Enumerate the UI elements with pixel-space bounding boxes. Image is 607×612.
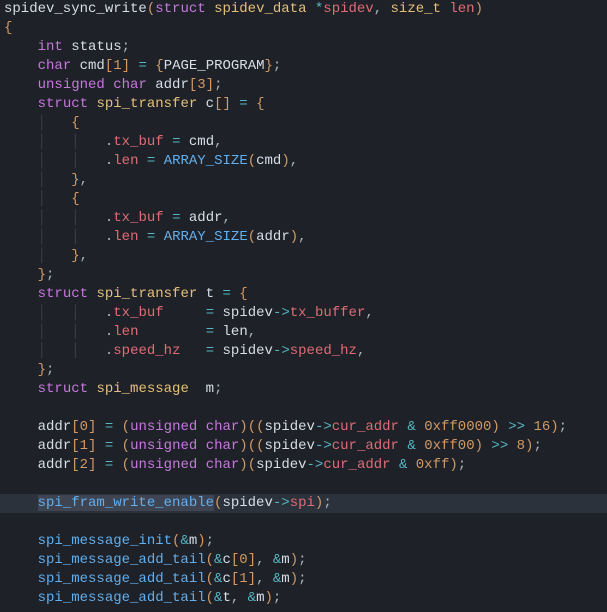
code-line: │ { <box>0 190 607 209</box>
code-line: int status; <box>0 38 607 57</box>
code-line: │ │ .tx_buf = cmd, <box>0 133 607 152</box>
function-name: spidev_sync_write <box>4 1 147 17</box>
code-line: │ │ .len = ARRAY_SIZE(cmd), <box>0 152 607 171</box>
code-line: addr[2] = (unsigned char)(spidev->cur_ad… <box>0 456 607 475</box>
code-line: │ │ .speed_hz = spidev->speed_hz, <box>0 342 607 361</box>
code-line: │ │ .tx_buf = spidev->tx_buffer, <box>0 304 607 323</box>
code-line: spi_message_init(&m); <box>0 532 607 551</box>
code-line <box>0 399 607 418</box>
code-line: }; <box>0 266 607 285</box>
code-line: │ { <box>0 114 607 133</box>
code-line: addr[1] = (unsigned char)((spidev->cur_a… <box>0 437 607 456</box>
code-line: struct spi_transfer t = { <box>0 285 607 304</box>
code-line <box>0 475 607 494</box>
code-line: spi_message_add_tail(&c[1], &m); <box>0 570 607 589</box>
code-line-current: spi_fram_write_enable(spidev->spi); <box>0 494 607 513</box>
code-line: │ │ .tx_buf = addr, <box>0 209 607 228</box>
code-line: │ }, <box>0 171 607 190</box>
code-line: spi_message_add_tail(&c[0], &m); <box>0 551 607 570</box>
code-line: }; <box>0 361 607 380</box>
code-line: unsigned char addr[3]; <box>0 76 607 95</box>
code-line: struct spi_transfer c[] = { <box>0 95 607 114</box>
code-line: │ }, <box>0 247 607 266</box>
code-line: spi_message_add_tail(&t, &m); <box>0 589 607 608</box>
code-line: char cmd[1] = {PAGE_PROGRAM}; <box>0 57 607 76</box>
code-line: │ │ .len = ARRAY_SIZE(addr), <box>0 228 607 247</box>
code-line: │ │ .len = len, <box>0 323 607 342</box>
code-line: { <box>0 19 607 38</box>
code-line: spidev_sync_write(struct spidev_data *sp… <box>0 0 607 19</box>
code-line: addr[0] = (unsigned char)((spidev->cur_a… <box>0 418 607 437</box>
code-line <box>0 513 607 532</box>
code-line: struct spi_message m; <box>0 380 607 399</box>
code-editor[interactable]: spidev_sync_write(struct spidev_data *sp… <box>0 0 607 608</box>
